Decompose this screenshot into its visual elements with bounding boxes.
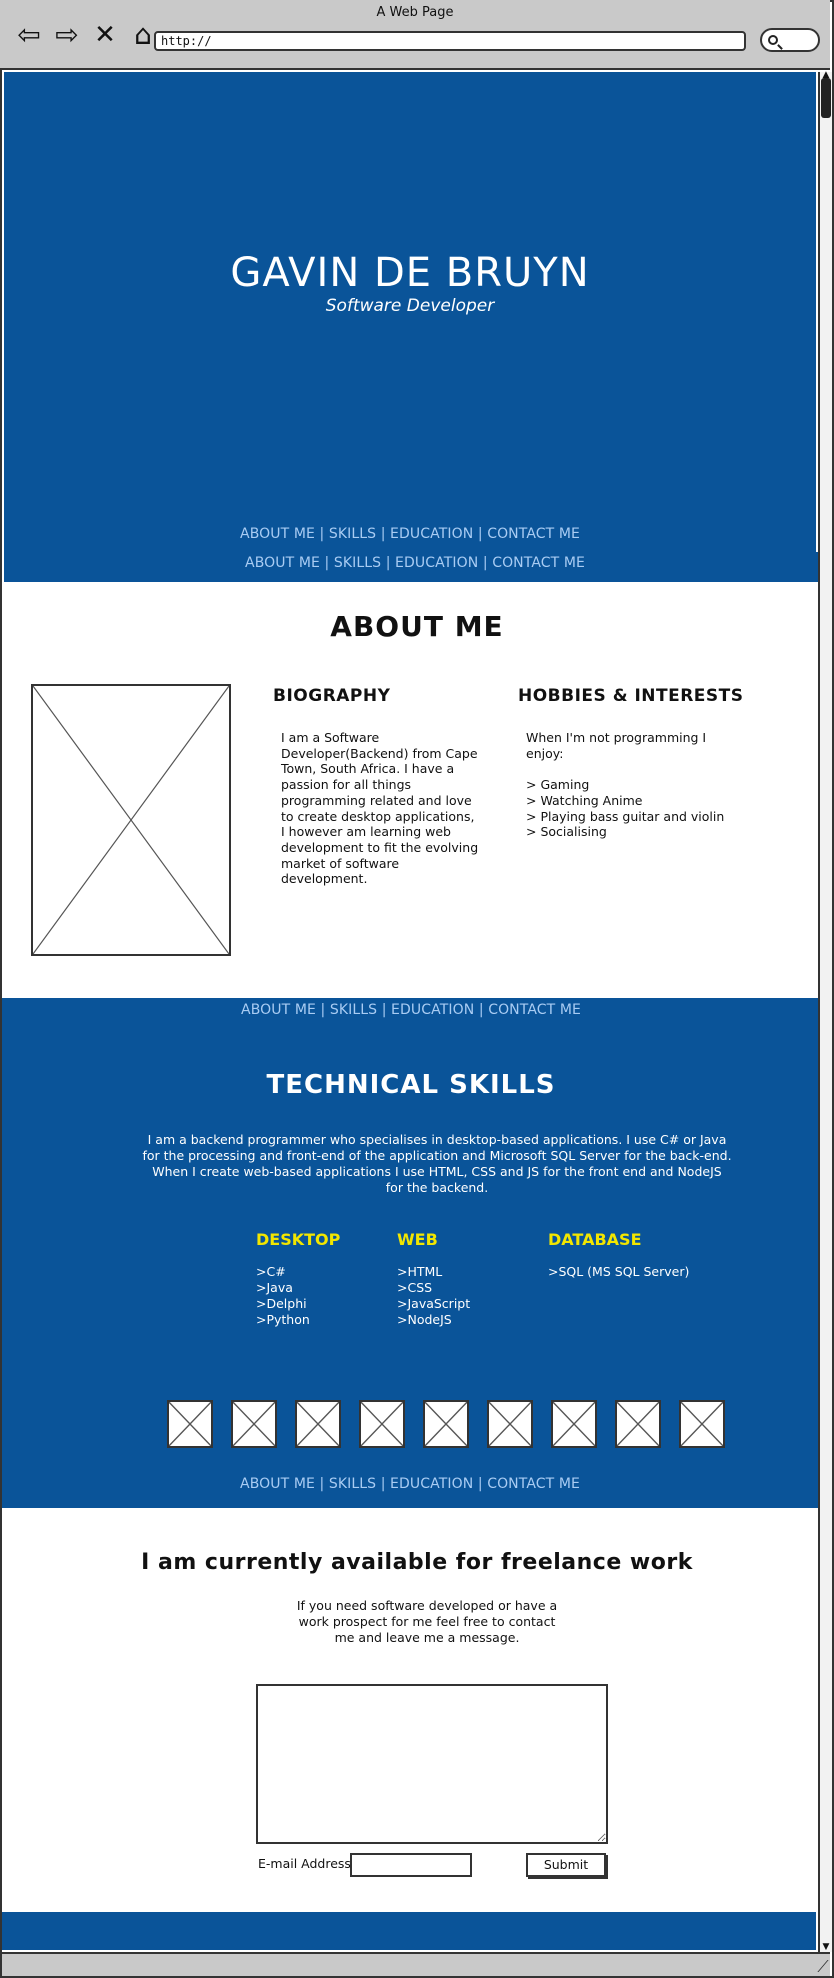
contact-nav-strip: ABOUT ME | SKILLS | EDUCATION | CONTACT …: [2, 1468, 818, 1508]
skills-nav-links[interactable]: ABOUT ME | SKILLS | EDUCATION | CONTACT …: [2, 1002, 820, 1018]
technology-logo-placeholder: [167, 1400, 213, 1448]
web-heading: WEB: [397, 1230, 438, 1249]
nav-strip: ABOUT ME | SKILLS | EDUCATION | CONTACT …: [4, 552, 826, 582]
status-bar: [2, 1952, 830, 1976]
technology-logo-placeholder: [679, 1400, 725, 1448]
back-icon[interactable]: ⇦: [14, 20, 44, 50]
footer: [2, 1912, 816, 1950]
browser-search-field[interactable]: [760, 28, 820, 52]
window-title: A Web Page: [376, 5, 454, 20]
skills-section: ABOUT ME | SKILLS | EDUCATION | CONTACT …: [2, 998, 820, 1468]
image-placeholder-icon: [233, 1402, 275, 1446]
desktop-heading: DESKTOP: [256, 1230, 341, 1249]
contact-text: If you need software developed or have a…: [296, 1598, 558, 1645]
image-placeholder-icon: [425, 1402, 467, 1446]
profile-image: [31, 684, 231, 956]
hero-role: Software Developer: [325, 296, 495, 316]
image-placeholder-icon: [33, 686, 229, 954]
hero-name: GAVIN DE BRUYN: [230, 250, 590, 296]
email-label: E-mail Address:: [258, 1856, 356, 1871]
email-field[interactable]: [350, 1853, 472, 1877]
technology-logo-placeholder: [231, 1400, 277, 1448]
address-bar[interactable]: http://: [154, 31, 746, 51]
image-placeholder-icon: [169, 1402, 211, 1446]
submit-button[interactable]: Submit: [526, 1853, 606, 1877]
skills-intro: I am a backend programmer who specialise…: [142, 1132, 732, 1195]
image-placeholder-icon: [297, 1402, 339, 1446]
image-placeholder-icon: [489, 1402, 531, 1446]
contact-nav-links[interactable]: ABOUT ME | SKILLS | EDUCATION | CONTACT …: [2, 1476, 818, 1492]
browser-toolbar: A Web Page ⇦ ⇨ ✕ ⌂ http://: [0, 0, 830, 70]
biography-text: I am a Software Developer(Backend) from …: [281, 730, 479, 887]
hobbies-text: When I'm not programming I enjoy: > Gami…: [526, 730, 725, 840]
skills-title: TECHNICAL SKILLS: [266, 1070, 556, 1100]
hero-nav-links[interactable]: ABOUT ME | SKILLS | EDUCATION | CONTACT …: [4, 526, 816, 542]
image-placeholder-icon: [553, 1402, 595, 1446]
image-placeholder-icon: [617, 1402, 659, 1446]
image-placeholder-icon: [361, 1402, 403, 1446]
message-textarea[interactable]: [256, 1684, 608, 1844]
search-icon: [768, 35, 778, 45]
technology-logo-placeholder: [615, 1400, 661, 1448]
resize-grip-icon[interactable]: ⟋: [814, 1958, 832, 1976]
desktop-list: >C# >Java >Delphi >Python: [256, 1264, 310, 1327]
image-placeholder-icon: [681, 1402, 723, 1446]
stop-icon[interactable]: ✕: [90, 20, 120, 50]
technology-logo-placeholder: [295, 1400, 341, 1448]
technology-logo-placeholder: [551, 1400, 597, 1448]
database-list: >SQL (MS SQL Server): [548, 1264, 690, 1279]
navigation-controls: ⇦ ⇨ ✕ ⌂: [14, 20, 158, 51]
hero-section: GAVIN DE BRUYN Software Developer ABOUT …: [4, 72, 816, 578]
web-list: >HTML >CSS >JavaScript >NodeJS: [397, 1264, 471, 1327]
scroll-down-arrow-icon[interactable]: ▼: [820, 1942, 832, 1952]
forward-icon[interactable]: ⇨: [52, 20, 82, 50]
hobbies-heading: HOBBIES & INTERESTS: [518, 686, 744, 706]
scroll-thumb[interactable]: [821, 78, 831, 118]
about-title: ABOUT ME: [330, 610, 504, 643]
biography-heading: BIOGRAPHY: [273, 686, 391, 706]
database-heading: DATABASE: [548, 1230, 642, 1249]
technology-logo-placeholder: [487, 1400, 533, 1448]
vertical-scrollbar[interactable]: ▲ ▼: [818, 70, 832, 1952]
technology-logo-placeholder: [423, 1400, 469, 1448]
technology-logo-placeholder: [359, 1400, 405, 1448]
contact-title: I am currently available for freelance w…: [141, 1550, 693, 1575]
sticky-nav-links[interactable]: ABOUT ME | SKILLS | EDUCATION | CONTACT …: [4, 555, 826, 571]
